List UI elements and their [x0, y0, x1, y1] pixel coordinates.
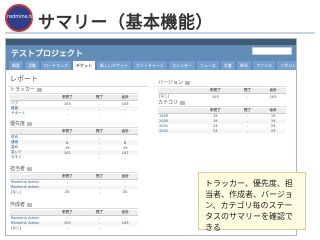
slide: redmine.tokyo サマリー（基本機能） テストプロジェクト 概要 活動ロ… — [0, 0, 320, 240]
row-label-link[interactable]: [なし] — [10, 226, 48, 231]
tab-2[interactable]: ロードマップ — [41, 61, 71, 70]
count-cell: - — [234, 128, 261, 134]
summary-table-priority: 未完了 完了 合計 低め - - - 通常 8-8 高め 19-19 急いで 102-147 今すぐ - - - — [10, 129, 138, 160]
table-row: サポート - - - — [10, 111, 138, 116]
details-icon[interactable] — [184, 80, 190, 85]
tab-7[interactable]: ニュース — [196, 61, 219, 70]
row-label-link[interactable]: 今すぐ — [10, 155, 48, 160]
count-cell[interactable]: 25 — [112, 190, 138, 195]
redmine-tokyo-logo: redmine.tokyo — [5, 4, 43, 32]
tab-6[interactable]: カレンダー — [168, 61, 195, 70]
tab-3[interactable]: チケット — [73, 61, 95, 70]
tab-4[interactable]: 新しいチケット — [97, 61, 131, 70]
count-cell: - — [124, 226, 126, 230]
section-title-assignee: 担当者 — [10, 165, 138, 173]
project-menu-tabs: 概要 活動 ロードマップ チケット 新しいチケット ガントチャート カレンダー ニュース 文書 W… — [6, 61, 296, 70]
details-icon[interactable] — [27, 202, 33, 207]
tab-10[interactable]: ファイル — [253, 61, 276, 70]
section-title-category: カテゴリ — [158, 99, 286, 107]
title-underline — [5, 32, 315, 34]
tab-9[interactable]: Wiki — [236, 61, 252, 70]
count-cell: - — [66, 226, 68, 230]
summary-table-assignee: 未完了 完了 合計 Redmine Admin - - - Redmine Admin - - -[… — [10, 174, 138, 195]
count-cell: - — [98, 111, 101, 116]
count-cell: - — [124, 155, 126, 160]
count-cell[interactable]: 25 — [48, 190, 87, 195]
tab-5[interactable]: ガントチャート — [133, 61, 167, 70]
count-cell[interactable]: 23 — [260, 128, 286, 134]
count-cell: - — [98, 155, 101, 160]
count-cell: - — [66, 155, 68, 160]
tab-11[interactable]: リポジトリ — [277, 61, 296, 70]
section-title-tracker: トラッカー — [10, 86, 138, 94]
details-icon[interactable] — [180, 100, 186, 105]
row-label-link[interactable]: 2002 — [158, 128, 196, 134]
summary-table-author: 未完了 完了 合計 Redmine Admin - - - Redmine Admin 103-… — [10, 210, 138, 231]
summary-table-version: 未完了 完了 合計 [なし] 103-103 — [158, 88, 286, 99]
slide-title: サマリー（基本機能） — [38, 13, 213, 33]
row-label-link[interactable]: [なし] — [10, 190, 48, 195]
row-label-link[interactable]: サポート — [10, 111, 48, 116]
page-title: レポート — [8, 71, 148, 87]
count-cell: - — [98, 190, 101, 194]
table-row: 今すぐ - - - — [10, 155, 138, 160]
callout-note: トラッカー、優先度、担当者、作成者、バージョン、カテゴリ毎のステータスのサマリー… — [198, 172, 306, 232]
details-icon[interactable] — [27, 166, 33, 171]
section-title-priority: 優先度 — [10, 120, 138, 128]
count-cell: - — [66, 111, 68, 116]
details-icon[interactable] — [27, 121, 33, 126]
summary-table-tracker: 未完了 完了 合計 バグ 103-103 機能 - - - サポート - - - — [10, 95, 138, 116]
project-title: テストプロジェクト — [11, 49, 83, 58]
count-cell: - — [98, 226, 101, 230]
count-cell: - — [124, 111, 126, 116]
section-title-author: 作成者 — [10, 201, 138, 209]
table-row: 2002 23-23 — [158, 128, 286, 134]
tab-1[interactable]: 活動 — [25, 61, 39, 70]
count-cell[interactable]: 23 — [196, 128, 235, 134]
section-title-version: バージョン — [158, 79, 286, 87]
table-row: [なし] - - - — [10, 226, 138, 231]
search-input[interactable] — [252, 47, 292, 55]
table-row: [なし] 25-25 — [10, 190, 138, 195]
summary-table-category: 未完了 完了 合計 1999 19-19 2000 19-19 2001 24-24 2002 23… — [158, 108, 286, 134]
details-icon[interactable] — [37, 87, 43, 92]
tab-0[interactable]: 概要 — [9, 61, 23, 70]
tab-8[interactable]: 文書 — [220, 61, 235, 70]
